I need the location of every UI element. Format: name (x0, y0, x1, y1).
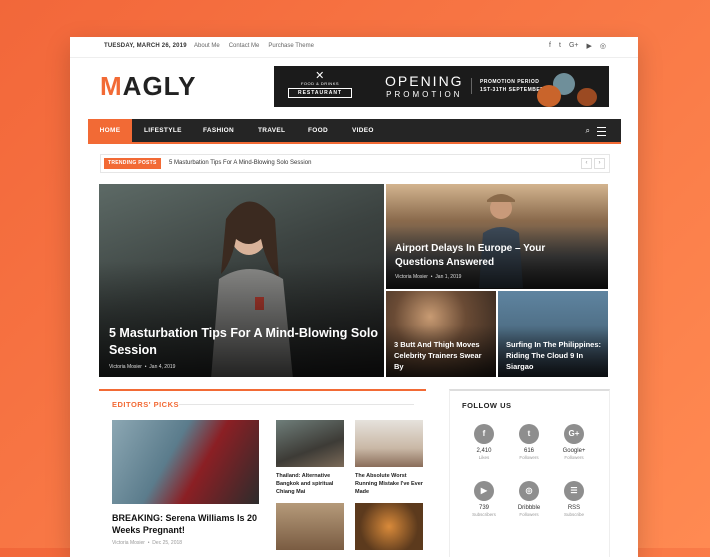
youtube-counter[interactable]: ▶ 739 Subscribers (462, 481, 506, 517)
google-plus-icon: G+ (564, 424, 584, 444)
post-meta: Victoria Mosier • Jan 4, 2019 (109, 364, 176, 370)
post-title[interactable]: 5 Masturbation Tips For A Mind-Blowing S… (109, 325, 379, 359)
purchase-theme-link[interactable]: Purchase Theme (268, 43, 314, 49)
pick-title[interactable]: Thailand: Alternative Bangkok and spirit… (276, 472, 348, 496)
google-plus-icon[interactable]: G+ (569, 42, 579, 50)
featured-post-3[interactable]: 3 Butt And Thigh Moves Celebrity Trainer… (386, 291, 496, 377)
editors-picks-section: EDITORS' PICKS BREAKING: Serena Williams… (99, 389, 426, 557)
nav-lifestyle[interactable]: LIFESTYLE (144, 119, 182, 142)
rss-icon: ☰ (564, 481, 584, 501)
post-title[interactable]: 3 Butt And Thigh Moves Celebrity Trainer… (394, 339, 490, 372)
post-meta: Victoria Mosier • Jan 1, 2019 (395, 274, 462, 280)
section-title: EDITORS' PICKS (112, 400, 179, 409)
twitter-icon[interactable]: t (559, 42, 561, 50)
promotion-period: PROMOTION PERIOD 1ST-31TH SEPTEMBER (471, 78, 544, 94)
featured-post-main[interactable]: 5 Masturbation Tips For A Mind-Blowing S… (99, 184, 384, 377)
trending-bar: TRENDING POSTS 5 Masturbation Tips For A… (100, 154, 610, 173)
nav-travel[interactable]: TRAVEL (258, 119, 285, 142)
twitter-counter[interactable]: t 616 Followers (507, 424, 551, 460)
about-me-link[interactable]: About Me (194, 43, 220, 49)
featured-pick-image[interactable] (112, 420, 259, 504)
site-logo[interactable]: MAGLY (100, 71, 197, 102)
dribbble-counter[interactable]: ◎ Dribbble Followers (507, 481, 551, 517)
menu-icon[interactable] (597, 127, 606, 136)
post-meta: Victoria Mosier • Dec 25, 2018 (112, 540, 183, 546)
opening-promotion: OPENING PROMOTION (385, 73, 464, 99)
divider (179, 404, 414, 405)
nav-video[interactable]: VIDEO (352, 119, 374, 142)
trending-arrows: ‹ › (581, 158, 605, 169)
google-plus-counter[interactable]: G+ Google+ Followers (552, 424, 596, 460)
post-title[interactable]: Airport Delays In Europe – Your Question… (395, 242, 595, 270)
dribbble-icon: ◎ (519, 481, 539, 501)
facebook-counter[interactable]: f 2,410 Likes (462, 424, 506, 460)
featured-pick-title[interactable]: BREAKING: Serena Williams Is 20 Weeks Pr… (112, 512, 262, 536)
rss-counter[interactable]: ☰ RSS Subscribe (552, 481, 596, 517)
pumpkin-image (537, 85, 561, 107)
trending-headline[interactable]: 5 Masturbation Tips For A Mind-Blowing S… (169, 160, 311, 166)
featured-post-4[interactable]: Surfing In The Philippines: Riding The C… (498, 291, 608, 377)
chevron-right-icon[interactable]: › (594, 158, 605, 169)
pick-image[interactable] (355, 420, 423, 467)
nav-fashion[interactable]: FASHION (203, 119, 234, 142)
contact-me-link[interactable]: Contact Me (229, 43, 260, 49)
pick-image[interactable] (355, 503, 423, 550)
follow-us-widget: FOLLOW US f 2,410 Likes t 616 Followers … (449, 389, 610, 557)
website-page: TUESDAY, MARCH 26, 2019 About Me Contact… (70, 37, 638, 557)
ad-banner[interactable]: ✕ FOOD & DRINKS RESTAURANT OPENING PROMO… (274, 66, 609, 107)
pick-image[interactable] (276, 503, 344, 550)
featured-post-2[interactable]: Airport Delays In Europe – Your Question… (386, 184, 608, 289)
youtube-icon: ▶ (474, 481, 494, 501)
pick-image[interactable] (276, 420, 344, 467)
fork-knife-icon: ✕ (315, 70, 325, 82)
facebook-icon: f (474, 424, 494, 444)
main-navigation: HOME LIFESTYLE FASHION TRAVEL FOOD VIDEO… (88, 119, 621, 144)
nav-food[interactable]: FOOD (308, 119, 328, 142)
social-icons: f t G+ ▶ ◎ (549, 42, 606, 50)
trending-label: TRENDING POSTS (104, 158, 161, 169)
pumpkin-image (577, 88, 597, 106)
post-title[interactable]: Surfing In The Philippines: Riding The C… (506, 339, 602, 372)
facebook-icon[interactable]: f (549, 42, 551, 50)
twitter-icon: t (519, 424, 539, 444)
chevron-left-icon[interactable]: ‹ (581, 158, 592, 169)
top-links: About Me Contact Me Purchase Theme (194, 43, 314, 49)
widget-title: FOLLOW US (462, 401, 512, 410)
instagram-icon[interactable]: ◎ (600, 42, 606, 50)
current-date: TUESDAY, MARCH 26, 2019 (104, 43, 187, 49)
pick-title[interactable]: The Absolute Worst Running Mistake I've … (355, 472, 427, 496)
search-icon[interactable]: ⌕ (586, 126, 590, 136)
restaurant-badge: ✕ FOOD & DRINKS RESTAURANT (288, 71, 352, 98)
nav-home[interactable]: HOME (88, 119, 132, 142)
youtube-icon[interactable]: ▶ (587, 42, 592, 50)
top-bar: TUESDAY, MARCH 26, 2019 About Me Contact… (70, 37, 638, 58)
nav-tools: ⌕ (586, 126, 606, 136)
